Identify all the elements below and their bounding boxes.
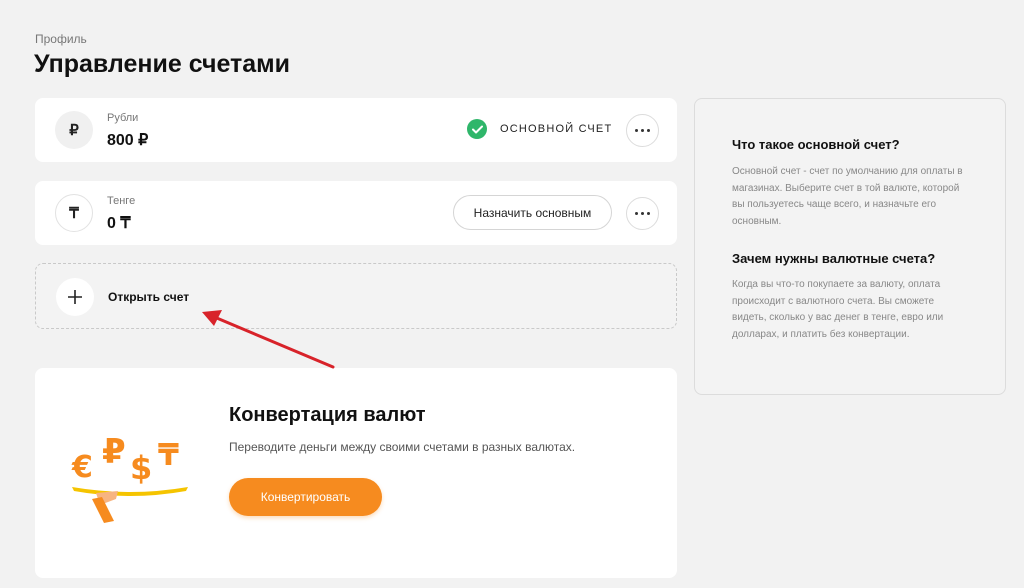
account-card-kzt[interactable]: ₸ Тенге 0 ₸ Назначить основным — [35, 181, 677, 245]
account-balance: 800 ₽ — [107, 132, 149, 149]
more-options-button[interactable] — [626, 114, 659, 147]
tenge-icon: ₸ — [55, 194, 93, 232]
convert-button[interactable]: Конвертировать — [229, 478, 382, 516]
account-name: Тенге — [107, 195, 136, 207]
open-account-label: Открыть счет — [108, 290, 190, 304]
check-icon — [467, 119, 487, 139]
info-answer-main-account: Основной счет - счет по умолчанию для оп… — [732, 166, 963, 227]
account-balance: 0 ₸ — [107, 215, 131, 232]
info-answer-currency-accounts: Когда вы что-то покупаете за валюту, опл… — [732, 279, 944, 340]
dots-icon — [635, 212, 638, 215]
breadcrumb[interactable]: Профиль — [35, 32, 87, 46]
info-panel: Что такое основной счет? Основной счет -… — [694, 98, 1006, 395]
conversion-description: Переводите деньги между своими счетами в… — [229, 440, 576, 454]
currency-conversion-card: € ₽ $ ₸ Конвертация валют Переводите ден… — [35, 368, 677, 578]
ruble-icon: ₽ — [55, 111, 93, 149]
main-account-label: ОСНОВНОЙ СЧЕТ — [500, 123, 613, 135]
ruble-symbol: ₽ — [102, 432, 126, 472]
set-main-button[interactable]: Назначить основным — [453, 195, 612, 230]
main-account-badge: ОСНОВНОЙ СЧЕТ — [467, 119, 612, 139]
info-question-main-account: Что такое основной счет? — [732, 137, 900, 152]
open-account-button[interactable]: Открыть счет — [35, 263, 677, 329]
page-title: Управление счетами — [34, 50, 291, 78]
dollar-symbol: $ — [130, 449, 152, 487]
dots-icon — [635, 129, 638, 132]
tenge-symbol: ₸ — [158, 438, 179, 473]
plus-icon — [56, 278, 94, 316]
account-name: Рубли — [107, 112, 139, 124]
conversion-title: Конвертация валют — [229, 404, 426, 426]
euro-symbol: € — [71, 450, 93, 485]
info-question-currency-accounts: Зачем нужны валютные счета? — [732, 251, 936, 266]
account-card-rub[interactable]: ₽ Рубли 800 ₽ ОСНОВНОЙ СЧЕТ — [35, 98, 677, 162]
currency-tray-illustration: € ₽ $ ₸ — [71, 432, 188, 523]
more-options-button[interactable] — [626, 197, 659, 230]
